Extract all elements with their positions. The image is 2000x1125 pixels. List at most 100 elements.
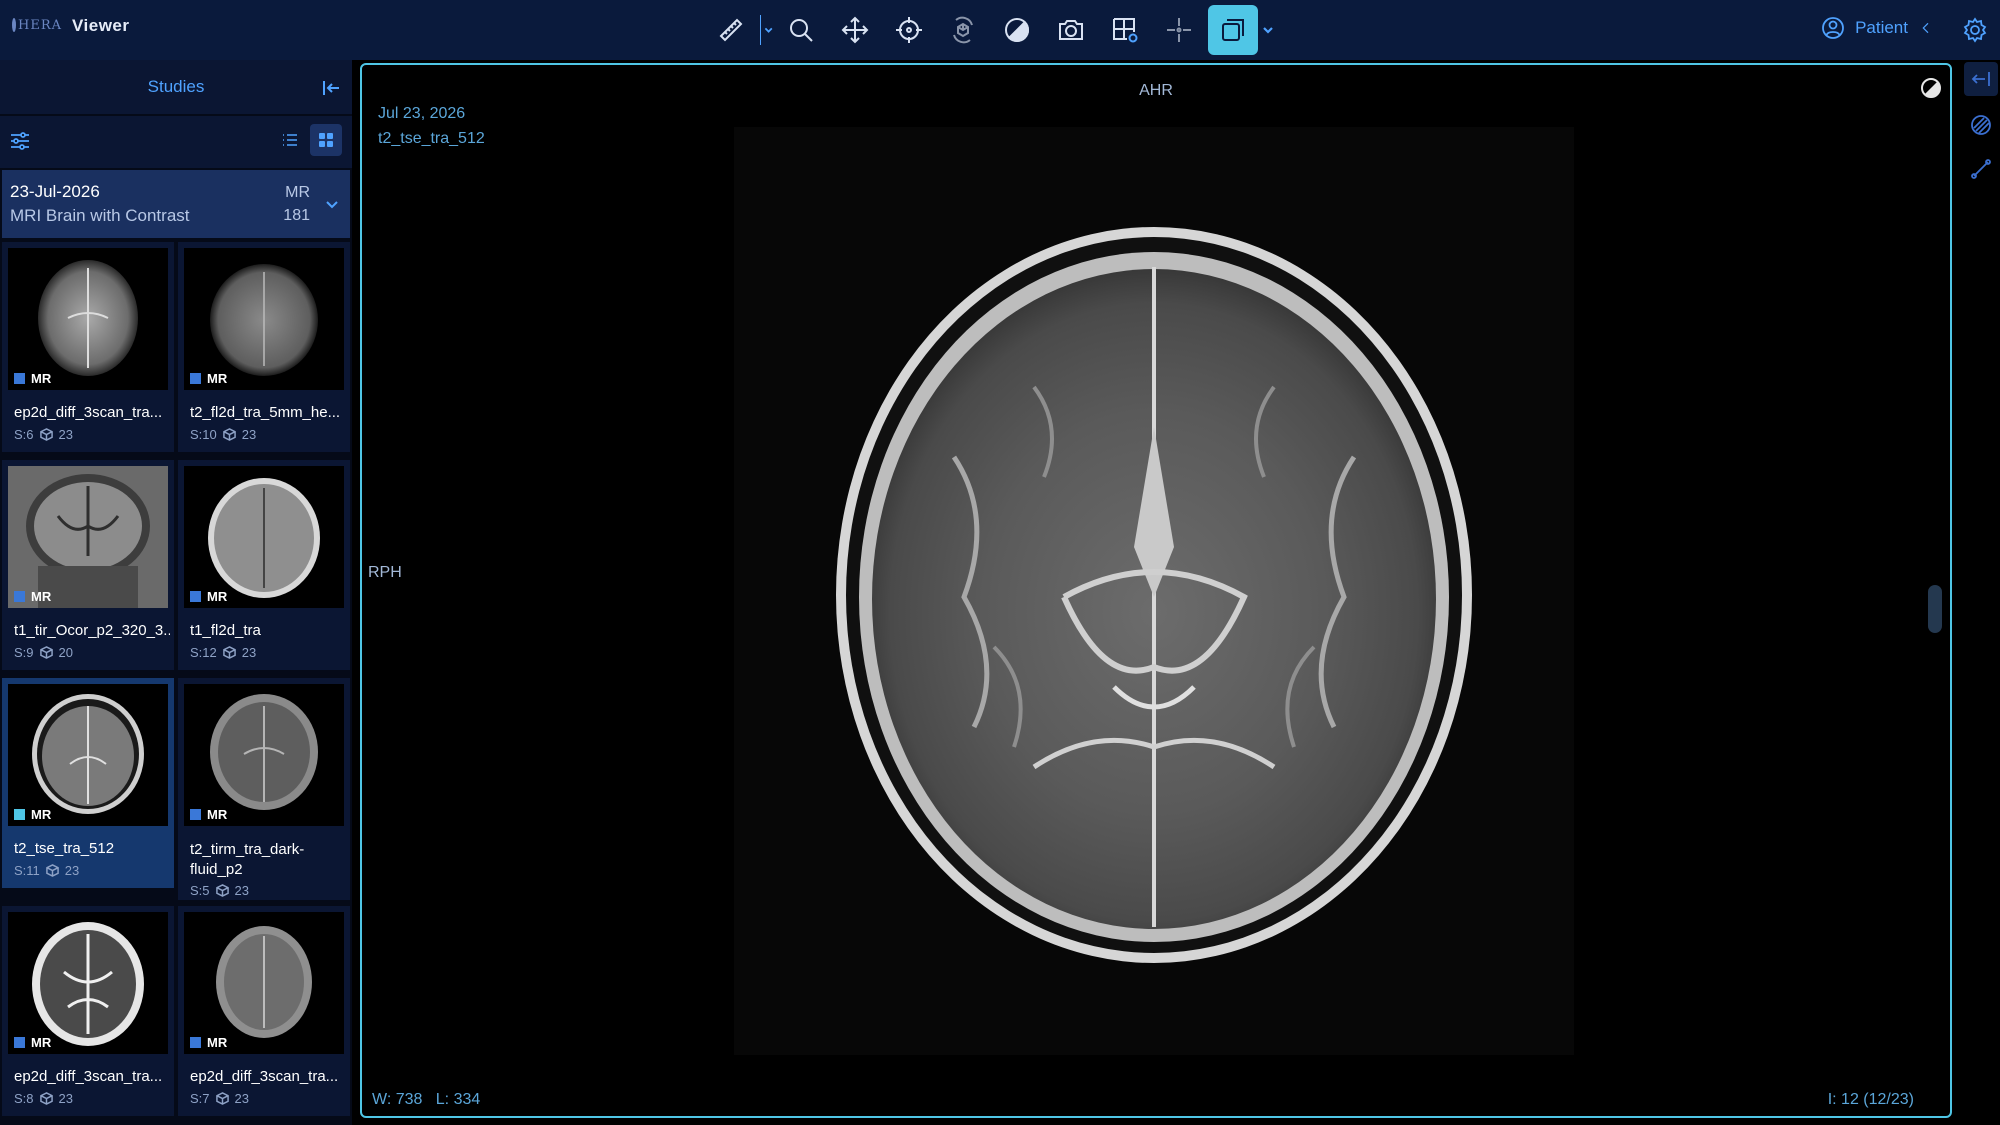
- study-modality: MR: [285, 184, 310, 201]
- ruler-line-icon: [1971, 159, 1991, 179]
- crosshair-icon: [896, 17, 922, 43]
- grid-view-button[interactable]: [310, 124, 342, 156]
- cube-icon: [39, 428, 53, 441]
- series-preview-image: MR: [8, 466, 168, 608]
- image-scrollbar[interactable]: [1928, 585, 1942, 633]
- image-viewport[interactable]: Jul 23, 2026 t2_tse_tra_512 AHR RPH W: 7…: [360, 63, 1952, 1118]
- overlay-series-name: t2_tse_tra_512: [378, 130, 485, 147]
- filter-row: [0, 116, 352, 168]
- crosshair-tool-button[interactable]: [884, 5, 934, 55]
- cube-icon: [222, 646, 236, 659]
- study-expand-button[interactable]: [324, 196, 340, 212]
- chevron-left-icon: [1922, 22, 1929, 34]
- series-image-count: 23: [241, 645, 257, 660]
- overlay-study-date: Jul 23, 2026: [378, 105, 466, 122]
- zoom-tool-button[interactable]: [776, 5, 826, 55]
- measure-dropdown-button[interactable]: [758, 5, 774, 55]
- modality-label: MR: [31, 371, 52, 386]
- series-thumbnail-selected[interactable]: MR t2_tse_tra_512 S:11 23: [2, 678, 174, 888]
- study-date: 23-Jul-2026: [10, 182, 100, 201]
- series-preview-image: MR: [184, 248, 344, 390]
- series-image-count: 23: [241, 427, 257, 442]
- zoom-icon: [790, 19, 813, 42]
- modality-label: MR: [31, 589, 52, 604]
- series-thumbnail[interactable]: MR t1_fl2d_tra S:12 23: [178, 460, 350, 670]
- reference-lines-icon: [1167, 18, 1191, 42]
- series-number: S:8: [14, 1091, 34, 1106]
- series-thumbnail[interactable]: MR t2_fl2d_tra_5mm_he... S:10 23: [178, 242, 350, 452]
- study-description: MRI Brain with Contrast: [10, 206, 190, 225]
- settings-button[interactable]: [1962, 17, 1988, 43]
- series-preview-image: MR: [184, 684, 344, 826]
- modality-label: MR: [207, 589, 228, 604]
- measurements-button[interactable]: [1964, 152, 1998, 186]
- series-meta: S:6 23: [14, 427, 73, 442]
- brain-thumbnail: [210, 264, 318, 376]
- measure-tool-button[interactable]: [706, 5, 756, 55]
- series-image-count: 23: [234, 1091, 249, 1106]
- list-view-button[interactable]: [274, 124, 306, 156]
- modality-label: MR: [31, 807, 52, 822]
- expand-left-icon: [1971, 72, 1990, 86]
- series-thumbnail[interactable]: MR ep2d_diff_3scan_tra... S:7 23: [178, 906, 350, 1116]
- layout-icon: [1113, 18, 1138, 43]
- modality-color-swatch: [14, 373, 25, 384]
- series-thumbnail[interactable]: MR ep2d_diff_3scan_tra... S:8 23: [2, 906, 174, 1116]
- snapshot-tool-button[interactable]: [1046, 5, 1096, 55]
- brain-coronal-thumbnail: [8, 466, 168, 608]
- modality-label: MR: [207, 1035, 228, 1050]
- layout-tool-button[interactable]: [1100, 5, 1150, 55]
- patient-label: Patient: [1855, 18, 1908, 37]
- modality-tag: MR: [190, 807, 227, 822]
- stack-sync-tool-button[interactable]: [1208, 5, 1258, 55]
- brain-thumbnail: [208, 478, 320, 598]
- modality-color-swatch: [14, 591, 25, 602]
- measure-icon: [719, 18, 743, 42]
- stack-sync-dropdown-button[interactable]: [1260, 5, 1276, 55]
- window-level-readout: W: 738 L: 334: [372, 1091, 480, 1109]
- orientation-marker-top: AHR: [1139, 82, 1173, 99]
- filter-button[interactable]: [9, 130, 31, 152]
- brain-thumbnail: [32, 922, 144, 1046]
- segmentation-button[interactable]: [1964, 108, 1998, 142]
- invert-button[interactable]: [1920, 77, 1942, 99]
- series-thumbnail[interactable]: MR t2_tirm_tra_dark-fluid_p2 S:5 23: [178, 678, 350, 900]
- study-card[interactable]: 23-Jul-2026 MRI Brain with Contrast MR 1…: [2, 170, 350, 238]
- studies-panel: Studies 23-Jul-2026 MRI Brain with Contr…: [0, 60, 352, 1125]
- window-level-tool-button[interactable]: [992, 5, 1042, 55]
- modality-label: MR: [207, 807, 228, 822]
- top-toolbar: HERA Viewer Patient: [0, 0, 2000, 60]
- series-meta: S:8 23: [14, 1091, 73, 1106]
- stack-sync-icon: [1222, 19, 1244, 41]
- series-number: S:11: [14, 863, 40, 878]
- patient-panel-toggle[interactable]: Patient: [1821, 16, 1934, 40]
- modality-tag: MR: [14, 1035, 51, 1050]
- series-image-count: 23: [58, 427, 73, 442]
- app-logo: HERA: [12, 14, 61, 36]
- window-level-icon: [1005, 18, 1030, 43]
- brain-thumbnail: [210, 694, 318, 810]
- camera-icon: [1059, 20, 1083, 40]
- collapse-panel-button[interactable]: [320, 77, 342, 99]
- invert-icon: [1921, 78, 1941, 98]
- right-toolbar: [1960, 60, 2000, 1125]
- collapse-left-icon: [323, 81, 339, 95]
- series-image-count: 23: [234, 883, 249, 898]
- reference-lines-tool-button[interactable]: [1154, 5, 1204, 55]
- series-thumbnail[interactable]: MR ep2d_diff_3scan_tra... S:6 23: [2, 242, 174, 452]
- cube-icon: [215, 884, 229, 897]
- series-thumbnail[interactable]: MR t1_tir_Ocor_p2_320_3... S:9 20: [2, 460, 174, 670]
- pan-tool-button[interactable]: [830, 5, 880, 55]
- series-meta: S:12 23: [190, 645, 256, 660]
- series-meta: S:10 23: [190, 427, 256, 442]
- expand-panel-button[interactable]: [1964, 62, 1998, 96]
- rotate-3d-tool-button[interactable]: [938, 5, 988, 55]
- series-name: t2_tirm_tra_dark-fluid_p2: [190, 841, 305, 878]
- studies-header: Studies: [0, 60, 352, 114]
- cube-icon: [45, 864, 59, 877]
- series-preview-image: MR: [8, 684, 168, 826]
- orientation-marker-left: RPH: [368, 564, 402, 581]
- mri-image[interactable]: [734, 127, 1574, 1055]
- modality-color-swatch: [190, 591, 201, 602]
- series-number: S:12: [190, 645, 217, 660]
